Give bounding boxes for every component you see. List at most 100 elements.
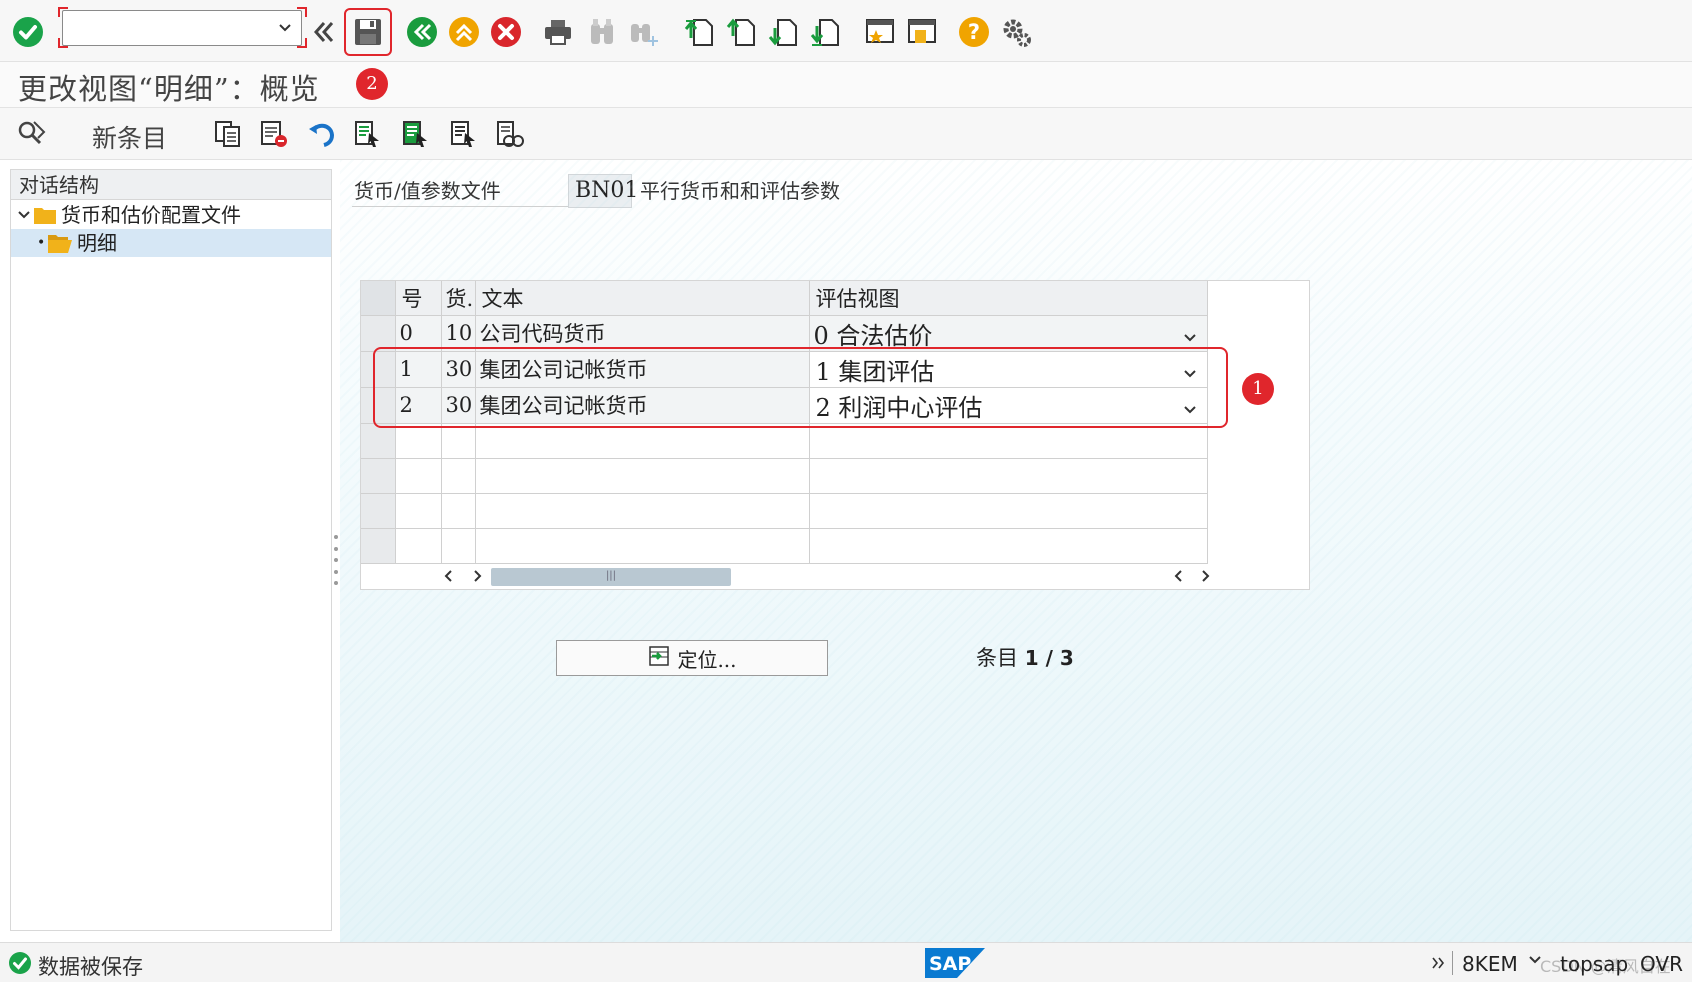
deselect-all-icon[interactable] bbox=[446, 116, 482, 152]
command-field[interactable] bbox=[62, 10, 302, 46]
insert-mode: OVR bbox=[1640, 952, 1683, 976]
column-header-valuation-view[interactable]: 评估视图 bbox=[809, 281, 1208, 316]
display-change-icon[interactable] bbox=[14, 114, 50, 150]
row-selector[interactable] bbox=[361, 351, 396, 388]
status-message: 数据被保存 bbox=[38, 955, 143, 979]
cell-valuation-view-dropdown[interactable]: 1 集团评估 bbox=[809, 351, 1208, 388]
cell-text: 集团公司记帐货币 bbox=[475, 387, 810, 424]
select-all-column-header[interactable] bbox=[361, 281, 396, 316]
next-page-icon[interactable] bbox=[766, 14, 802, 50]
svg-text:SAP: SAP bbox=[929, 953, 971, 975]
table-row: 1 30 集团公司记帐货币 1 集团评估 bbox=[361, 351, 1208, 388]
cell-text: 集团公司记帐货币 bbox=[475, 351, 810, 388]
select-all-icon[interactable] bbox=[350, 116, 386, 152]
chevron-down-icon[interactable] bbox=[1183, 398, 1197, 422]
dialog-structure-header: 对话结构 bbox=[11, 170, 331, 200]
title-bar: 更改视图“明细”：概览 bbox=[0, 62, 1692, 108]
empty-cell bbox=[809, 423, 1208, 459]
table-row-empty bbox=[361, 493, 1208, 529]
print-list-icon[interactable] bbox=[492, 116, 528, 152]
cell-text: 公司代码货币 bbox=[475, 315, 810, 352]
row-selector[interactable] bbox=[361, 423, 396, 459]
chevron-down-icon[interactable] bbox=[1183, 326, 1197, 350]
chevron-down-icon[interactable] bbox=[277, 19, 293, 39]
locate-button-label: 定位... bbox=[677, 647, 737, 672]
cell-number: 2 bbox=[395, 387, 442, 424]
row-selector[interactable] bbox=[361, 458, 396, 494]
help-icon[interactable]: ? bbox=[956, 14, 992, 50]
empty-cell bbox=[395, 423, 442, 459]
empty-cell bbox=[395, 528, 442, 564]
sap-logo-icon: SAP bbox=[925, 948, 985, 982]
empty-cell bbox=[475, 493, 810, 529]
scroll-right-icon[interactable] bbox=[469, 568, 485, 588]
tree-node-label: 货币和估价配置文件 bbox=[61, 203, 241, 227]
empty-cell bbox=[441, 423, 476, 459]
new-session-icon[interactable] bbox=[904, 14, 940, 50]
locate-button[interactable]: 定位... bbox=[556, 640, 828, 676]
expand-status-icon[interactable] bbox=[1430, 955, 1446, 975]
row-selector[interactable] bbox=[361, 528, 396, 564]
row-selector[interactable] bbox=[361, 387, 396, 424]
save-highlight-box bbox=[344, 8, 392, 56]
scroll-right-icon[interactable] bbox=[1197, 568, 1213, 588]
find-next-icon[interactable] bbox=[626, 14, 662, 50]
column-header-text[interactable]: 文本 bbox=[475, 281, 810, 316]
cell-currency: 10 bbox=[441, 315, 476, 352]
copy-as-icon[interactable] bbox=[210, 116, 246, 152]
empty-cell bbox=[441, 458, 476, 494]
customize-layout-icon[interactable] bbox=[998, 14, 1034, 50]
scroll-left-icon[interactable] bbox=[441, 568, 457, 588]
empty-cell bbox=[809, 528, 1208, 564]
param-file-value: BN01 bbox=[568, 174, 638, 208]
horizontal-scrollbar[interactable]: ||| bbox=[441, 563, 1271, 589]
undo-icon[interactable] bbox=[304, 116, 340, 152]
select-block-icon[interactable] bbox=[398, 116, 434, 152]
horizontal-scroll-thumb[interactable]: ||| bbox=[491, 568, 731, 586]
table-row-empty bbox=[361, 423, 1208, 459]
exit-icon[interactable] bbox=[446, 14, 482, 50]
param-file-description: 平行货币和和评估参数 bbox=[640, 179, 840, 203]
previous-page-icon[interactable] bbox=[724, 14, 760, 50]
row-selector[interactable] bbox=[361, 493, 396, 529]
tree-node-details[interactable]: • 明细 bbox=[11, 229, 331, 257]
status-bar: 数据被保存 SAP 8KEM CSDN @清风自在 topsap OVR bbox=[0, 942, 1692, 982]
column-header-currency[interactable]: 货. bbox=[441, 281, 476, 316]
last-page-icon[interactable] bbox=[808, 14, 844, 50]
dialog-structure-panel: 对话结构 货币和估价配置文件 • 明细 bbox=[10, 169, 332, 931]
row-selector[interactable] bbox=[361, 315, 396, 352]
table-row: 0 10 公司代码货币 0 合法估价 bbox=[361, 315, 1208, 352]
enter-check-icon[interactable] bbox=[10, 14, 46, 50]
find-icon[interactable] bbox=[584, 14, 620, 50]
table-row-empty bbox=[361, 458, 1208, 494]
chevron-down-icon[interactable] bbox=[1183, 362, 1197, 386]
print-icon[interactable] bbox=[540, 14, 576, 50]
back-chevron-icon[interactable] bbox=[306, 14, 342, 50]
entries-table-control: 号 货. 文本 评估视图 0 10 公司代码货币 0 合法估价 1 30 集团公… bbox=[360, 280, 1310, 590]
success-check-icon bbox=[8, 951, 32, 979]
entry-label: 条目 bbox=[976, 646, 1018, 670]
tree-node-profile[interactable]: 货币和估价配置文件 bbox=[11, 201, 331, 229]
command-input[interactable] bbox=[63, 11, 263, 43]
system-id: 8KEM bbox=[1462, 952, 1518, 976]
panel-splitter[interactable] bbox=[334, 535, 338, 585]
new-entries-button[interactable]: 新条目 bbox=[92, 119, 167, 155]
valuation-view-value: 2 利润中心评估 bbox=[815, 393, 983, 422]
back-icon[interactable] bbox=[404, 14, 440, 50]
create-shortcut-icon[interactable] bbox=[862, 14, 898, 50]
svg-text:?: ? bbox=[968, 20, 980, 44]
cell-currency: 30 bbox=[441, 351, 476, 388]
divider bbox=[1452, 951, 1453, 975]
cell-valuation-view[interactable]: 0 合法估价 bbox=[809, 315, 1208, 352]
column-header-number[interactable]: 号 bbox=[395, 281, 442, 316]
empty-cell bbox=[809, 458, 1208, 494]
page-title: 更改视图“明细”：概览 bbox=[18, 72, 320, 106]
empty-cell bbox=[441, 528, 476, 564]
empty-cell bbox=[395, 458, 442, 494]
valuation-view-value: 0 合法估价 bbox=[813, 321, 933, 350]
delete-icon[interactable] bbox=[256, 116, 292, 152]
cancel-icon[interactable] bbox=[488, 14, 524, 50]
first-page-icon[interactable] bbox=[682, 14, 718, 50]
scroll-left-icon[interactable] bbox=[1171, 568, 1187, 588]
cell-valuation-view-dropdown[interactable]: 2 利润中心评估 bbox=[809, 387, 1208, 424]
